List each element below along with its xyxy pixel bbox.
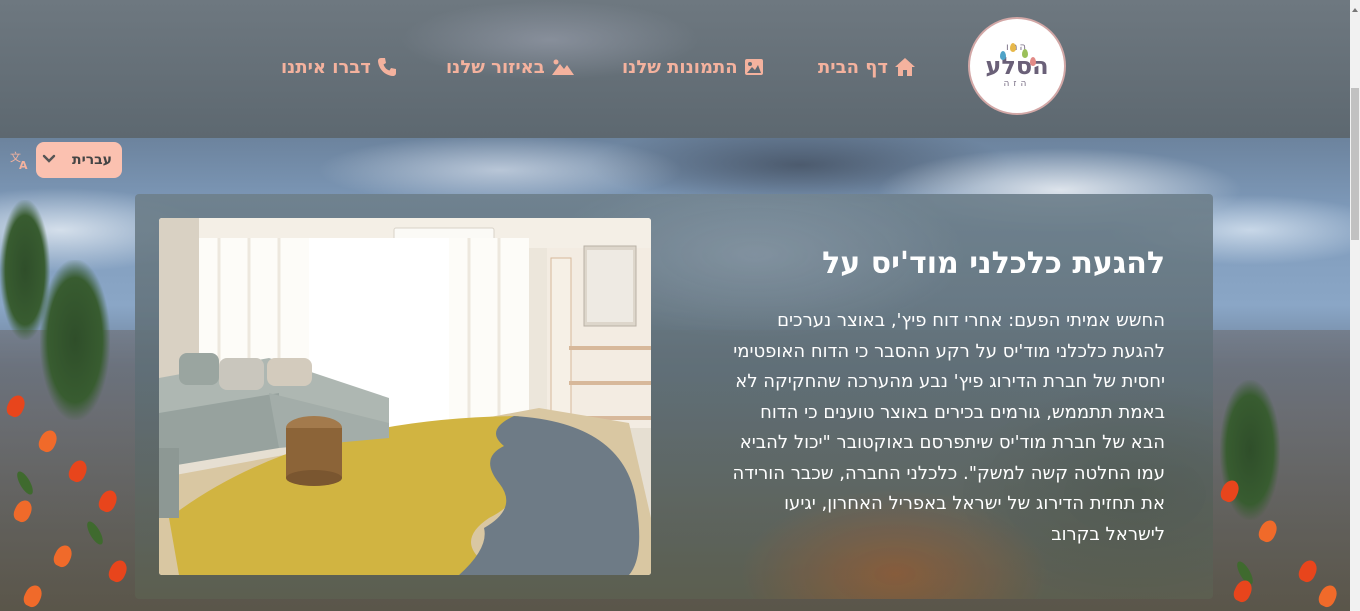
nav-photos[interactable]: התמונות שלנו [622,52,764,82]
tree-left-2 [40,260,110,420]
article-card: להגעת כלכלני מוד'יס על החשש אמיתי הפעם: … [135,194,1213,599]
phone-icon [377,57,397,77]
chevron-down-icon [42,152,56,168]
nav-photos-label: התמונות שלנו [622,56,738,78]
site-logo[interactable]: המו הסלע הזה [968,17,1066,115]
article-title: להגעת כלכלני מוד'יס על [822,246,1165,281]
nav-area[interactable]: באיזור שלנו [446,52,575,82]
nav-area-label: באיזור שלנו [446,56,545,78]
logo-drop [1000,51,1006,60]
logo-drops [996,43,1036,66]
logo-drop [1010,43,1016,52]
scroll-up-arrow-icon[interactable] [1351,0,1359,12]
logo-drop [1030,57,1036,66]
logo-bottom-text: הזה [1003,79,1031,89]
vertical-scrollbar[interactable] [1350,0,1360,611]
language-select[interactable]: עברית [36,142,122,178]
translate-icon: 文 A [9,149,31,172]
nav-contact[interactable]: דברו איתנו [281,52,397,82]
nav-home-label: דף הבית [818,56,888,78]
home-icon [894,57,916,77]
logo-drop [1022,49,1028,58]
language-select-value: עברית [72,152,112,168]
article-body: החשש אמיתי הפעם: אחרי דוח פיץ', באוצר נע… [732,310,1165,545]
living-room-photo [159,218,651,575]
nav-contact-label: דברו איתנו [281,56,371,78]
mountain-icon [551,58,575,76]
svg-text:A: A [19,159,28,171]
scrollbar-thumb[interactable] [1351,88,1359,240]
site-header: המו הסלע הזה דף הבית התמונות שלנו באיזור… [0,0,1350,138]
nav-home[interactable]: דף הבית [818,52,916,82]
image-icon [744,58,764,76]
